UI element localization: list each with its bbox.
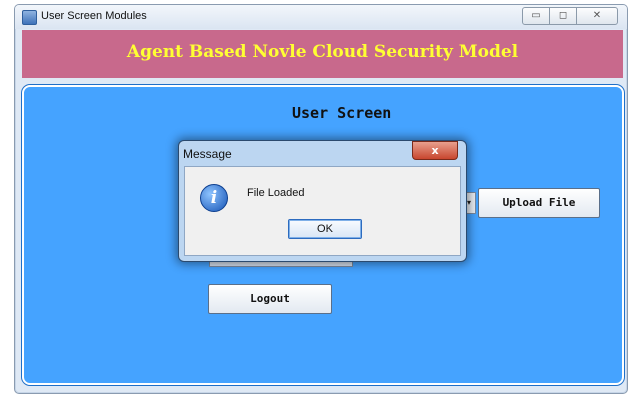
message-dialog: Message x i File Loaded OK — [178, 140, 467, 262]
logout-button[interactable]: Logout — [208, 284, 332, 314]
window-controls: ▭ ◻ ✕ — [522, 7, 618, 25]
maximize-button[interactable]: ◻ — [549, 7, 577, 25]
dialog-body: i File Loaded OK — [184, 166, 461, 256]
minimize-button[interactable]: ▭ — [522, 7, 550, 25]
upload-file-button[interactable]: Upload File — [478, 188, 600, 218]
banner-title: Agent Based Novle Cloud Security Model — [126, 42, 519, 62]
close-button[interactable]: ✕ — [576, 7, 618, 25]
dialog-message: File Loaded — [247, 187, 305, 199]
java-app-icon — [22, 10, 37, 25]
header-banner: Agent Based Novle Cloud Security Model — [22, 30, 623, 78]
screen-title: User Screen — [292, 104, 392, 122]
info-icon: i — [200, 184, 228, 212]
window-titlebar[interactable]: User Screen Modules ▭ ◻ ✕ — [15, 5, 627, 29]
dialog-title: Message — [183, 147, 232, 161]
window-title: User Screen Modules — [41, 10, 147, 22]
ok-button[interactable]: OK — [288, 219, 362, 239]
dialog-close-button[interactable]: x — [412, 141, 458, 160]
